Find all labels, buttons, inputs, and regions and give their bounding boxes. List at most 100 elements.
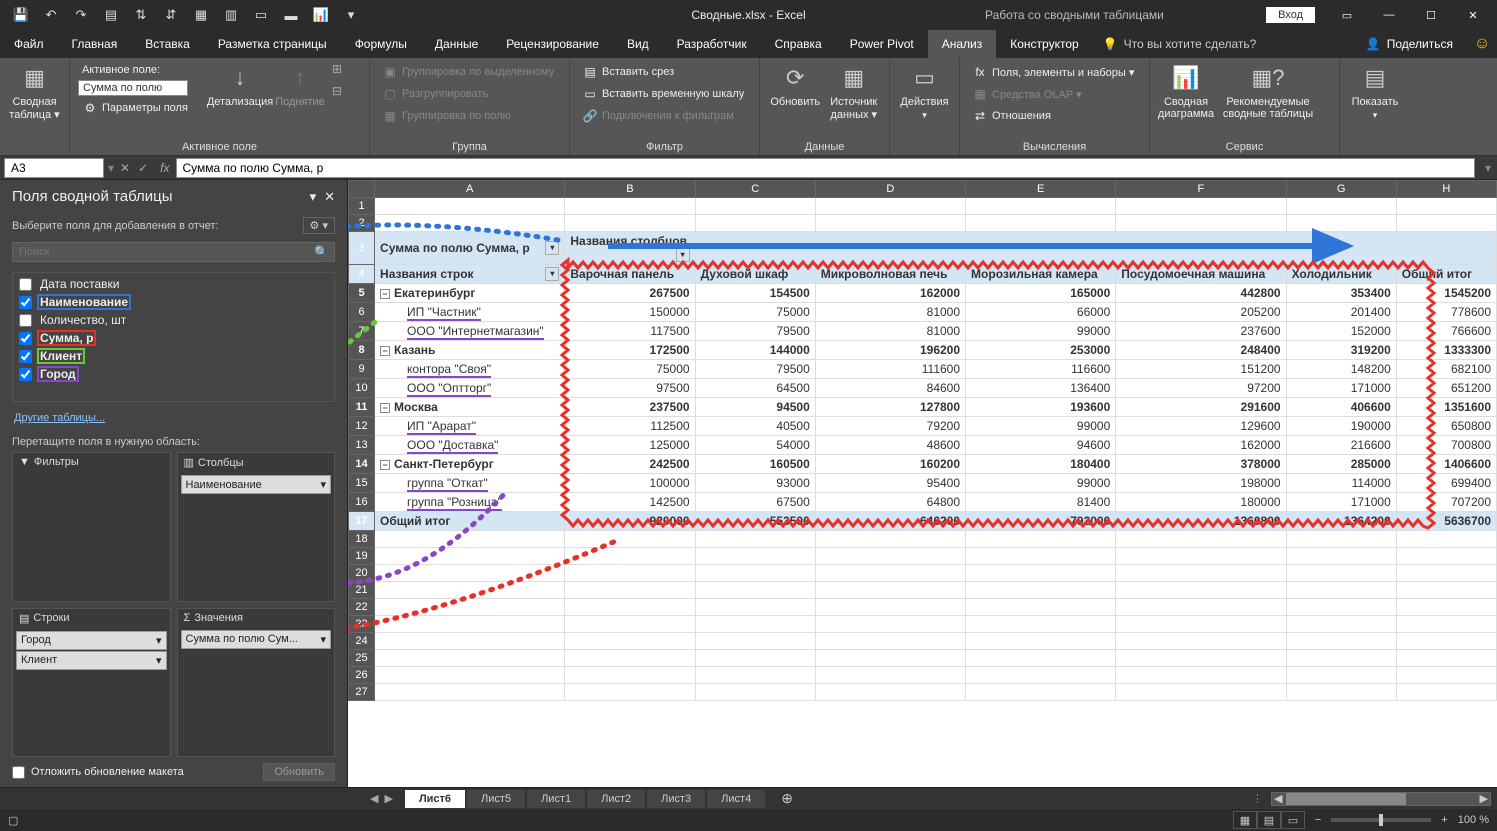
- area-chip[interactable]: Город▾: [16, 631, 167, 650]
- row-header[interactable]: 18: [349, 531, 375, 548]
- collapse-icon[interactable]: −: [380, 346, 390, 356]
- column-header[interactable]: G: [1286, 181, 1396, 198]
- column-header[interactable]: A: [375, 181, 565, 198]
- maximize-icon[interactable]: ☐: [1411, 0, 1451, 30]
- minimize-icon[interactable]: —: [1369, 0, 1409, 30]
- page-break-icon[interactable]: ▭: [1281, 811, 1305, 829]
- sheet-nav-prev-icon[interactable]: ◀: [370, 792, 378, 805]
- row-header[interactable]: 19: [349, 548, 375, 565]
- confirm-icon[interactable]: ✓: [138, 161, 148, 175]
- active-field-input[interactable]: [78, 80, 188, 96]
- ribbon-display-icon[interactable]: ▭: [1327, 0, 1367, 30]
- qat-icon[interactable]: ▦: [188, 2, 214, 28]
- drill-up-button[interactable]: ↑Поднятие: [272, 62, 328, 108]
- collapse-icon[interactable]: ⊟: [332, 84, 342, 98]
- qat-icon[interactable]: ▥: [218, 2, 244, 28]
- qat-icon[interactable]: ⇅: [128, 2, 154, 28]
- tab-layout[interactable]: Разметка страницы: [204, 30, 341, 58]
- tab-developer[interactable]: Разработчик: [663, 30, 761, 58]
- tell-me-search[interactable]: 💡 Что вы хотите сделать?: [1103, 30, 1257, 58]
- expand-icon[interactable]: ⊞: [332, 62, 342, 76]
- share-button[interactable]: 👤 Поделиться: [1352, 30, 1467, 58]
- qat-icon[interactable]: ▭: [248, 2, 274, 28]
- field-checkbox-Дата поставки[interactable]: Дата поставки: [15, 275, 332, 293]
- gear-icon[interactable]: ⚙ ▾: [303, 217, 335, 234]
- tab-data[interactable]: Данные: [421, 30, 492, 58]
- sheet-tab[interactable]: Лист1: [527, 790, 585, 808]
- row-header[interactable]: 26: [349, 667, 375, 684]
- insert-slicer-button[interactable]: ▤Вставить срез: [578, 62, 748, 82]
- zoom-slider[interactable]: [1331, 818, 1431, 822]
- search-input[interactable]: [12, 242, 335, 262]
- columns-area[interactable]: ▥Столбцы Наименование▾: [177, 452, 336, 602]
- expand-formula-icon[interactable]: ▾: [1479, 161, 1497, 175]
- zoom-label[interactable]: 100 %: [1458, 814, 1489, 826]
- dropdown-icon[interactable]: ▾: [545, 241, 559, 255]
- field-list[interactable]: Дата поставкиНаименованиеКоличество, штС…: [12, 272, 335, 402]
- formula-input[interactable]: [176, 158, 1475, 178]
- field-checkbox-Количество, шт[interactable]: Количество, шт: [15, 311, 332, 329]
- sheet-tab[interactable]: Лист2: [587, 790, 645, 808]
- show-button[interactable]: ▤Показать▾: [1348, 62, 1402, 121]
- fields-items-button[interactable]: fxПоля, элементы и наборы ▾: [968, 62, 1138, 82]
- horizontal-scrollbar[interactable]: ◀ ▶: [1271, 792, 1491, 806]
- area-chip[interactable]: Наименование▾: [181, 475, 332, 494]
- sheet-tab[interactable]: Лист4: [707, 790, 765, 808]
- tab-file[interactable]: Файл: [0, 30, 58, 58]
- drill-down-button[interactable]: ↓Детализация: [212, 62, 268, 108]
- pivottable-button[interactable]: ▦Сводная таблица ▾: [8, 62, 61, 121]
- undo-icon[interactable]: ↶: [38, 2, 64, 28]
- field-checkbox-Город[interactable]: Город: [15, 365, 332, 383]
- page-layout-icon[interactable]: ▤: [1257, 811, 1281, 829]
- record-macro-icon[interactable]: ▢: [8, 814, 18, 827]
- field-settings-button[interactable]: ⚙Параметры поля: [78, 98, 208, 118]
- grid-scroll[interactable]: ABCDEFGH123Сумма по полю Сумма, р▾Назван…: [348, 180, 1497, 787]
- tab-review[interactable]: Рецензирование: [492, 30, 613, 58]
- actions-button[interactable]: ▭Действия▾: [898, 62, 951, 121]
- area-chip[interactable]: Клиент▾: [16, 651, 167, 670]
- column-header[interactable]: E: [966, 181, 1116, 198]
- qat-icon[interactable]: ▤: [98, 2, 124, 28]
- save-icon[interactable]: 💾: [8, 2, 34, 28]
- tab-powerpivot[interactable]: Power Pivot: [836, 30, 928, 58]
- pane-close-icon[interactable]: ✕: [324, 189, 335, 205]
- sheet-tab[interactable]: Лист3: [647, 790, 705, 808]
- tab-view[interactable]: Вид: [613, 30, 663, 58]
- row-header[interactable]: 25: [349, 650, 375, 667]
- qat-icon[interactable]: ⇵: [158, 2, 184, 28]
- tab-home[interactable]: Главная: [58, 30, 132, 58]
- name-box[interactable]: [4, 158, 104, 178]
- column-header[interactable]: B: [565, 181, 695, 198]
- pane-menu-icon[interactable]: ▾: [310, 189, 317, 205]
- row-header[interactable]: 24: [349, 633, 375, 650]
- column-header[interactable]: F: [1116, 181, 1286, 198]
- column-header[interactable]: [349, 181, 375, 198]
- qat-icon[interactable]: ▬: [278, 2, 304, 28]
- row-header[interactable]: 27: [349, 684, 375, 701]
- login-button[interactable]: Вход: [1266, 7, 1315, 23]
- qat-more-icon[interactable]: ▾: [338, 2, 364, 28]
- tab-design[interactable]: Конструктор: [996, 30, 1092, 58]
- row-header[interactable]: 1: [349, 198, 375, 215]
- collapse-icon[interactable]: −: [380, 403, 390, 413]
- other-tables-link[interactable]: Другие таблицы...: [0, 408, 347, 428]
- defer-checkbox[interactable]: [12, 766, 25, 779]
- field-search[interactable]: 🔍: [12, 242, 335, 262]
- tab-help[interactable]: Справка: [761, 30, 836, 58]
- add-sheet-button[interactable]: ⊕: [767, 790, 807, 807]
- data-source-button[interactable]: ▦Источник данных ▾: [827, 62, 882, 121]
- pivot-chart-button[interactable]: 📊Сводная диаграмма: [1158, 62, 1214, 120]
- normal-view-icon[interactable]: ▦: [1233, 811, 1257, 829]
- relations-button[interactable]: ⇄Отношения: [968, 106, 1138, 126]
- tab-analyze[interactable]: Анализ: [928, 30, 997, 58]
- sheet-nav-next-icon[interactable]: ▶: [384, 792, 392, 805]
- dropdown-icon[interactable]: ▾: [676, 248, 690, 262]
- recommended-pivot-button[interactable]: ▦?Рекомендуемые сводные таблицы: [1218, 62, 1318, 120]
- close-icon[interactable]: ✕: [1453, 0, 1493, 30]
- cancel-icon[interactable]: ✕: [120, 161, 130, 175]
- sheet-tab[interactable]: Лист5: [467, 790, 525, 808]
- refresh-button[interactable]: ⟳Обновить: [768, 62, 823, 108]
- insert-timeline-button[interactable]: ▭Вставить временную шкалу: [578, 84, 748, 104]
- rows-area[interactable]: ▤Строки Город▾Клиент▾: [12, 608, 171, 758]
- column-header[interactable]: D: [815, 181, 965, 198]
